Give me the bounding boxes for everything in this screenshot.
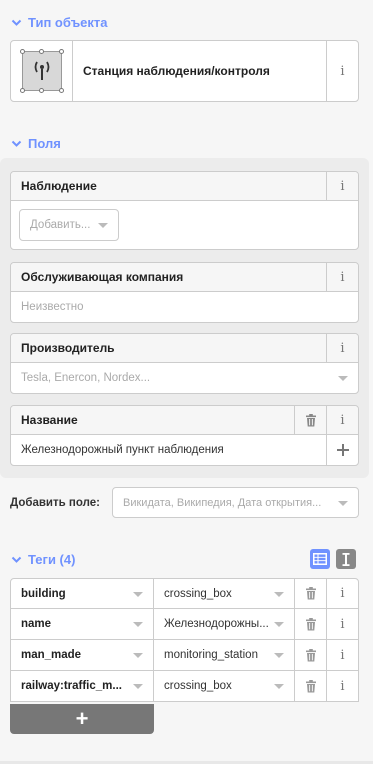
trash-icon	[305, 413, 316, 426]
tag-value-input[interactable]: Железнодорожны...	[154, 609, 295, 639]
info-icon: i	[340, 269, 345, 285]
field-info-button[interactable]: i	[326, 405, 358, 435]
dropdown-arrow-icon	[98, 222, 109, 228]
add-field-label: Добавить поле:	[10, 497, 100, 509]
tag-key-input[interactable]: man_made	[11, 640, 154, 670]
combo-placeholder: Викидата, Википедия, Дата открытия...	[123, 496, 322, 509]
fields-section-toggle[interactable]: Поля	[11, 136, 61, 151]
info-icon: i	[340, 678, 345, 694]
tag-list: building crossing_box i name Железнодоро…	[10, 578, 359, 702]
preset-icon-box	[11, 41, 73, 101]
dropdown-arrow-icon	[274, 684, 284, 689]
info-icon: i	[340, 647, 345, 663]
tag-info-button[interactable]: i	[327, 609, 358, 639]
tag-delete-button[interactable]	[295, 671, 327, 701]
preset-section-toggle[interactable]: Тип объекта	[11, 15, 108, 30]
tag-row: railway:traffic_m... crossing_box i	[10, 671, 359, 702]
tags-section-toggle[interactable]: Теги (4)	[11, 552, 75, 567]
add-surveillance-combo[interactable]: Добавить...	[19, 209, 119, 241]
manufacturer-combo[interactable]: Tesla, Enercon, Nordex...	[11, 363, 358, 393]
plus-icon	[336, 444, 349, 456]
tag-row: man_made monitoring_station i	[10, 640, 359, 671]
chevron-down-icon	[11, 17, 22, 28]
field-label: Наблюдение	[21, 179, 97, 193]
fields-section-title: Поля	[28, 136, 61, 151]
combo-placeholder: Добавить...	[30, 219, 91, 231]
tag-delete-button[interactable]	[295, 640, 327, 670]
tag-key-input[interactable]: railway:traffic_m...	[11, 671, 154, 701]
add-localized-name-button[interactable]	[326, 435, 358, 465]
operator-input[interactable]: Неизвестно	[11, 292, 358, 322]
field-surveillance: Наблюдение i Добавить...	[10, 171, 359, 250]
info-icon: i	[340, 586, 345, 601]
field-delete-button[interactable]	[294, 405, 326, 435]
info-icon: i	[340, 616, 345, 632]
combo-placeholder: Tesla, Enercon, Nordex...	[21, 372, 151, 384]
info-icon: i	[340, 340, 345, 356]
dropdown-arrow-icon	[338, 501, 348, 506]
tag-value: Железнодорожны...	[164, 618, 269, 630]
preset-name: Станция наблюдения/контроля	[83, 64, 270, 78]
dropdown-arrow-icon	[133, 684, 143, 689]
tag-row: building crossing_box i	[10, 578, 359, 609]
dropdown-arrow-icon	[274, 622, 284, 627]
tag-delete-button[interactable]	[295, 579, 327, 608]
tag-key-input[interactable]: building	[11, 579, 154, 608]
chevron-down-icon	[11, 554, 22, 565]
info-icon: i	[340, 178, 345, 194]
field-info-button[interactable]: i	[326, 333, 358, 363]
dropdown-arrow-icon	[133, 653, 143, 658]
preset-card[interactable]: Станция наблюдения/контроля i	[10, 40, 359, 102]
trash-icon	[305, 679, 316, 692]
dropdown-arrow-icon	[274, 653, 284, 658]
info-icon: i	[340, 412, 345, 428]
tag-key-input[interactable]: name	[11, 609, 154, 639]
tag-key: building	[21, 587, 66, 600]
text-view-button[interactable]	[336, 549, 356, 569]
tag-row: name Железнодорожны... i	[10, 609, 359, 640]
tag-value: crossing_box	[164, 587, 232, 600]
dropdown-arrow-icon	[338, 376, 348, 381]
trash-icon	[305, 617, 316, 630]
tag-value: crossing_box	[164, 680, 232, 692]
tag-info-button[interactable]: i	[327, 579, 358, 608]
field-label: Название	[21, 413, 78, 427]
tag-key: name	[21, 618, 52, 630]
text-cursor-icon	[342, 552, 350, 566]
tag-info-button[interactable]: i	[327, 640, 358, 670]
info-icon: i	[340, 63, 345, 79]
add-tag-button[interactable]: +	[10, 704, 154, 734]
field-operator: Обслуживающая компания i Неизвестно	[10, 262, 359, 323]
tag-info-button[interactable]: i	[327, 671, 358, 701]
name-value: Железнодорожный пункт наблюдения	[21, 444, 224, 456]
dropdown-arrow-icon	[133, 592, 143, 597]
chevron-down-icon	[11, 138, 22, 149]
dropdown-arrow-icon	[274, 592, 284, 597]
tag-key: railway:traffic_m...	[21, 680, 122, 692]
tag-value-input[interactable]: monitoring_station	[154, 640, 295, 670]
tag-value-input[interactable]: crossing_box	[154, 671, 295, 701]
field-info-button[interactable]: i	[326, 262, 358, 292]
preset-section-title: Тип объекта	[28, 15, 108, 30]
name-input[interactable]: Железнодорожный пункт наблюдения	[11, 435, 358, 465]
tags-section-title: Теги (4)	[28, 552, 76, 567]
tag-value-input[interactable]: crossing_box	[154, 579, 295, 608]
field-info-button[interactable]: i	[326, 171, 358, 201]
dropdown-arrow-icon	[133, 622, 143, 627]
trash-icon	[305, 587, 316, 600]
antenna-broadcast-icon	[19, 49, 64, 93]
preset-info-button[interactable]: i	[326, 41, 358, 101]
field-manufacturer: Производитель i Tesla, Enercon, Nordex..…	[10, 333, 359, 394]
add-field-combo[interactable]: Викидата, Википедия, Дата открытия...	[112, 487, 359, 518]
trash-icon	[305, 648, 316, 661]
field-name: Название i Железнодорожный пункт наблюде…	[10, 405, 359, 466]
list-view-button[interactable]	[310, 549, 330, 569]
tag-delete-button[interactable]	[295, 609, 327, 639]
field-label: Обслуживающая компания	[21, 270, 184, 284]
field-label: Производитель	[21, 341, 115, 355]
tag-value: monitoring_station	[164, 649, 258, 661]
list-view-icon	[313, 553, 327, 565]
add-tag-label: +	[75, 706, 89, 731]
tag-key: man_made	[21, 649, 82, 661]
